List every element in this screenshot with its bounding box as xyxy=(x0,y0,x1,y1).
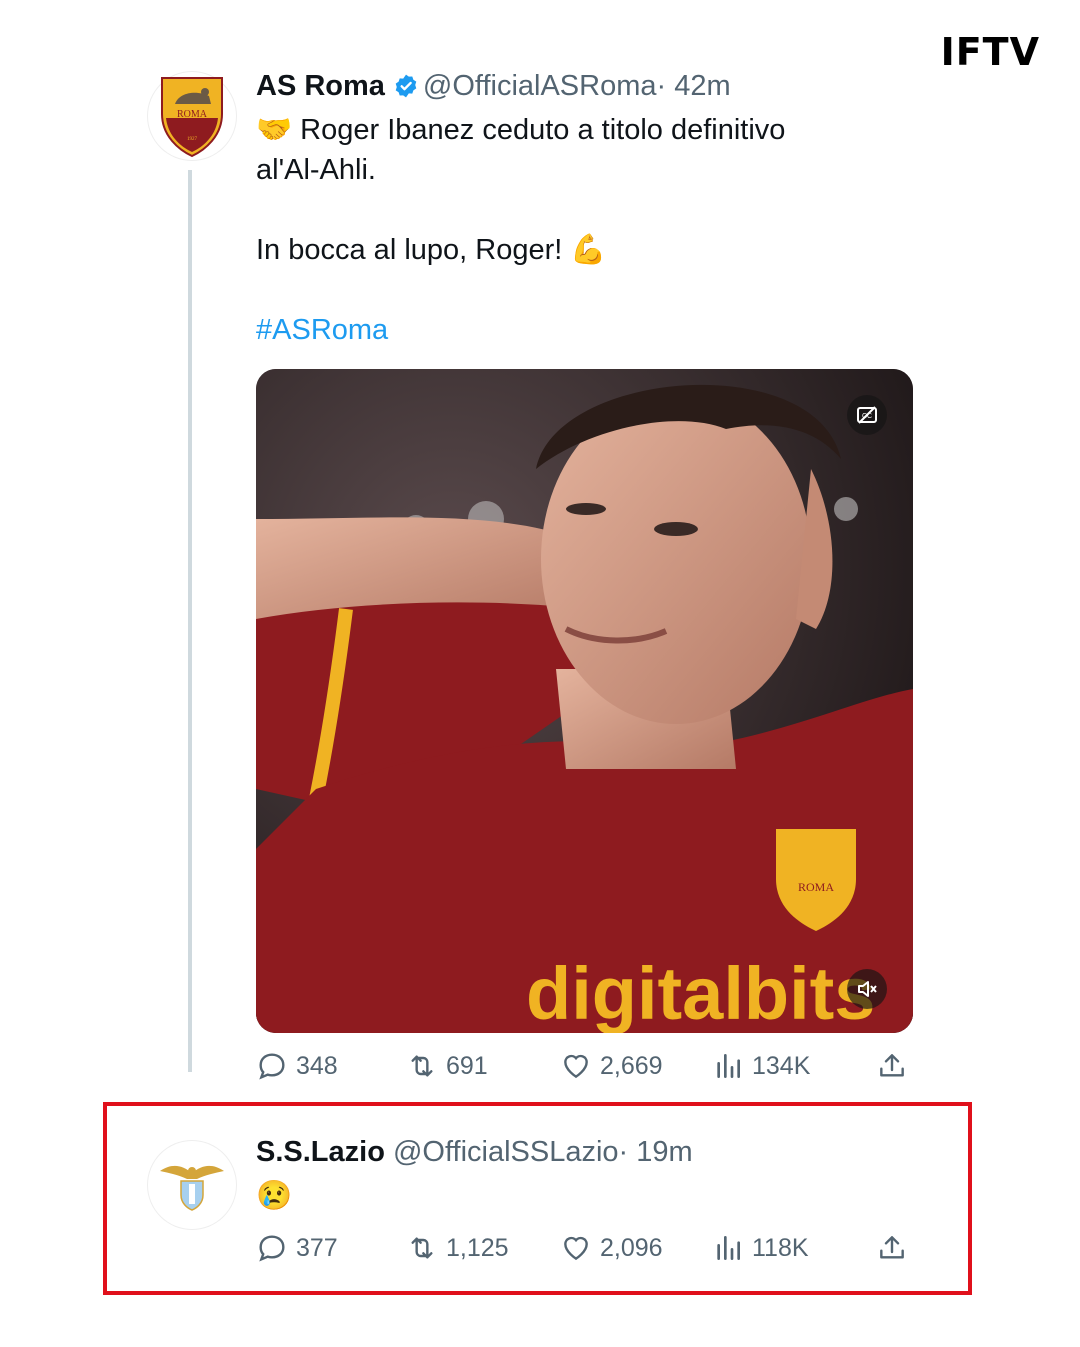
views-icon xyxy=(717,1236,740,1260)
tweet1-text-line1: Roger Ibanez ceduto a titolo definitivo xyxy=(300,114,786,146)
views-button[interactable]: 134K xyxy=(712,1050,810,1082)
captions-off-icon[interactable]: CC xyxy=(847,395,887,435)
mute-icon[interactable] xyxy=(847,969,887,1009)
repost-count: 1,125 xyxy=(446,1233,509,1262)
tweet2-header: S.S.Lazio @OfficialSSLazio· 19m xyxy=(256,1136,693,1169)
tweet2-handle[interactable]: @OfficialSSLazio xyxy=(393,1136,619,1168)
roma-crest-year: 1927 xyxy=(187,137,198,142)
reply-icon xyxy=(259,1235,285,1262)
tweet1-text-line2: al'Al-Ahli. xyxy=(256,154,376,186)
reply-count: 348 xyxy=(296,1051,338,1080)
iftv-logo: IFTV xyxy=(940,30,1040,74)
hashtag-link[interactable]: #ASRoma xyxy=(256,310,785,350)
like-count: 2,669 xyxy=(600,1051,663,1080)
reply-count: 377 xyxy=(296,1233,338,1262)
roma-crest-text: ROMA xyxy=(177,109,208,120)
share-button[interactable] xyxy=(876,1050,908,1082)
views-count: 134K xyxy=(752,1051,811,1080)
jersey-crest-text: ROMA xyxy=(798,880,834,894)
ss-lazio-avatar[interactable] xyxy=(148,1141,236,1229)
repost-button[interactable]: 1,125 xyxy=(406,1232,509,1264)
verified-badge-icon xyxy=(395,74,417,98)
repost-icon xyxy=(411,1237,433,1259)
tweet2-body: 😢 xyxy=(256,1176,292,1216)
tweet1-handle[interactable]: @OfficialASRoma xyxy=(423,70,657,102)
as-roma-avatar[interactable]: ROMA 1927 xyxy=(148,72,236,160)
repost-button[interactable]: 691 xyxy=(406,1050,488,1082)
reply-button[interactable]: 348 xyxy=(256,1050,338,1082)
share-icon xyxy=(880,1054,904,1077)
roma-crest-icon: ROMA 1927 xyxy=(161,77,223,158)
views-icon xyxy=(717,1054,740,1078)
handshake-emoji: 🤝 xyxy=(256,114,293,146)
reply-icon xyxy=(259,1053,285,1080)
views-button[interactable]: 118K xyxy=(712,1232,809,1264)
repost-icon xyxy=(411,1055,433,1077)
heart-icon xyxy=(564,1236,588,1261)
tweet1-actions: 348 691 2,669 134K xyxy=(256,1050,916,1090)
tweet2-actions: 377 1,125 2,096 118K xyxy=(256,1232,916,1272)
thread-connector-line xyxy=(188,170,192,1072)
heart-icon xyxy=(564,1054,588,1079)
crying-face-emoji: 😢 xyxy=(256,1180,293,1212)
share-button[interactable] xyxy=(876,1232,908,1264)
captions-off-glyph: CC xyxy=(857,406,877,424)
repost-count: 691 xyxy=(446,1051,488,1080)
tweet1-video[interactable]: ROMA digitalbits CC xyxy=(256,369,913,1033)
like-button[interactable]: 2,669 xyxy=(560,1050,663,1082)
like-count: 2,096 xyxy=(600,1233,663,1262)
player-photo: ROMA digitalbits xyxy=(256,369,913,1033)
tweet2-display-name[interactable]: S.S.Lazio xyxy=(256,1136,385,1168)
views-count: 118K xyxy=(752,1233,809,1262)
tweet1-display-name[interactable]: AS Roma xyxy=(256,70,385,102)
speaker-muted-glyph xyxy=(858,981,877,997)
reply-button[interactable]: 377 xyxy=(256,1232,338,1264)
tweet1-header: AS Roma @OfficialASRoma· 42m xyxy=(256,70,731,103)
tweet2-time[interactable]: · 19m xyxy=(619,1136,693,1168)
flexed-biceps-emoji: 💪 xyxy=(570,234,607,266)
tweet1-body: 🤝 Roger Ibanez ceduto a titolo definitiv… xyxy=(256,110,785,350)
tweet1-text-line3: In bocca al lupo, Roger! xyxy=(256,234,563,266)
share-icon xyxy=(880,1236,904,1259)
jersey-sponsor-text: digitalbits xyxy=(526,952,875,1033)
like-button[interactable]: 2,096 xyxy=(560,1232,663,1264)
tweet1-time[interactable]: · 42m xyxy=(657,70,731,102)
lazio-eagle-crest-icon xyxy=(160,1165,224,1211)
